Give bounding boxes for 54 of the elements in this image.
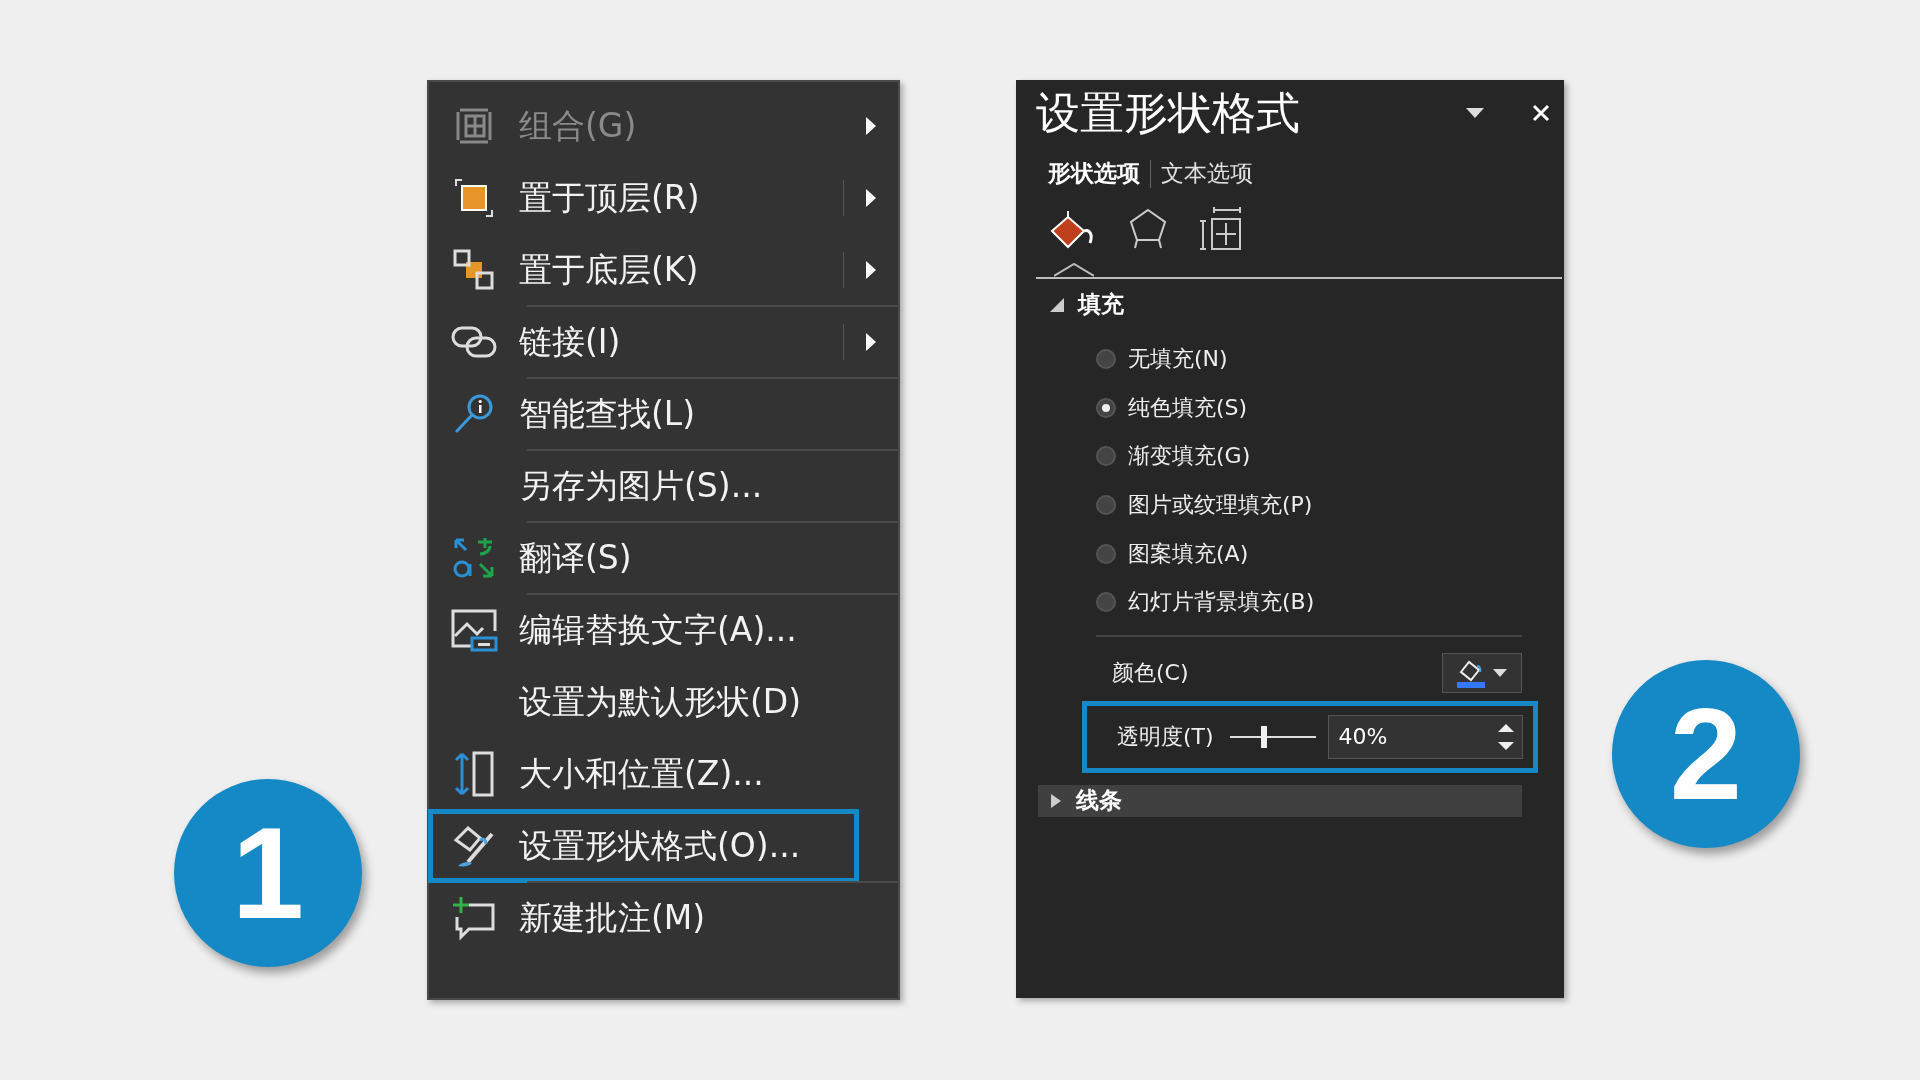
menu-item[interactable]: 置于底层(K) bbox=[429, 234, 898, 306]
menu-item[interactable]: 另存为图片(S)... bbox=[429, 450, 898, 522]
menu-item[interactable]: 编辑替换文字(A)... bbox=[429, 594, 898, 666]
radio-label: 幻灯片背景填充(B) bbox=[1128, 588, 1315, 617]
radio-button[interactable] bbox=[1096, 446, 1116, 467]
pane-tab[interactable]: 形状选项 bbox=[1048, 158, 1140, 189]
menu-item[interactable]: 智能查找(L) bbox=[429, 378, 898, 450]
color-picker-button[interactable] bbox=[1442, 652, 1522, 693]
pentagon-icon bbox=[1128, 207, 1168, 251]
radio-button[interactable] bbox=[1096, 592, 1116, 613]
new-comment-icon bbox=[451, 895, 497, 941]
section-header[interactable]: 线条 bbox=[1038, 784, 1522, 817]
menu-item[interactable]: 大小和位置(Z)... bbox=[429, 738, 898, 810]
radio-button[interactable] bbox=[1096, 543, 1116, 564]
send-back-icon bbox=[452, 248, 496, 292]
collapse-triangle-icon[interactable] bbox=[1048, 296, 1064, 312]
size-properties-icon bbox=[1200, 207, 1244, 251]
section-title: 填充 bbox=[1078, 289, 1124, 319]
submenu-arrow-icon bbox=[864, 115, 878, 137]
radio-button[interactable] bbox=[1096, 397, 1116, 418]
pane-tab[interactable]: 文本选项 bbox=[1161, 158, 1253, 189]
pane-title: 设置形状格式 bbox=[1036, 85, 1301, 140]
submenu-arrow-icon bbox=[864, 331, 878, 353]
radio-label: 图片或纹理填充(P) bbox=[1128, 491, 1313, 520]
submenu-arrow-icon bbox=[864, 187, 878, 209]
dropdown-caret-icon bbox=[1493, 668, 1507, 677]
link-icon bbox=[450, 324, 498, 360]
slider-thumb[interactable] bbox=[1261, 725, 1267, 748]
image-alt-text-icon bbox=[450, 608, 498, 652]
close-icon[interactable] bbox=[1532, 104, 1550, 122]
menu-item[interactable]: 新建批注(M) bbox=[429, 882, 898, 954]
step-badge: 2 bbox=[1612, 660, 1800, 848]
expand-triangle-icon[interactable] bbox=[1050, 792, 1062, 809]
step-badge: 1 bbox=[174, 779, 362, 967]
transparency-spin-field[interactable]: 40% bbox=[1327, 714, 1523, 759]
section-title: 线条 bbox=[1076, 786, 1122, 816]
menu-item[interactable]: 翻译(S) bbox=[429, 522, 898, 594]
radio-button[interactable] bbox=[1096, 495, 1116, 516]
menu-item[interactable]: 设置为默认形状(D) bbox=[429, 666, 898, 738]
radio-label: 图案填充(A) bbox=[1128, 539, 1249, 568]
radio-label: 纯色填充(S) bbox=[1128, 393, 1248, 422]
radio-label: 渐变填充(G) bbox=[1128, 442, 1251, 471]
size-position-icon bbox=[452, 750, 496, 798]
bring-front-icon bbox=[452, 176, 496, 220]
radio-label: 无填充(N) bbox=[1128, 345, 1228, 374]
field-label: 颜色(C) bbox=[1112, 658, 1189, 687]
field-label: 透明度(T) bbox=[1117, 722, 1214, 751]
radio-button[interactable] bbox=[1096, 349, 1116, 370]
menu-item[interactable]: 链接(I) bbox=[429, 306, 898, 378]
dropdown-caret-icon[interactable] bbox=[1466, 108, 1484, 118]
spin-arrows-icon[interactable] bbox=[1498, 722, 1514, 751]
submenu-arrow-icon bbox=[864, 259, 878, 281]
translate-icon bbox=[452, 536, 496, 580]
menu-item[interactable]: 置于顶层(R) bbox=[429, 162, 898, 234]
